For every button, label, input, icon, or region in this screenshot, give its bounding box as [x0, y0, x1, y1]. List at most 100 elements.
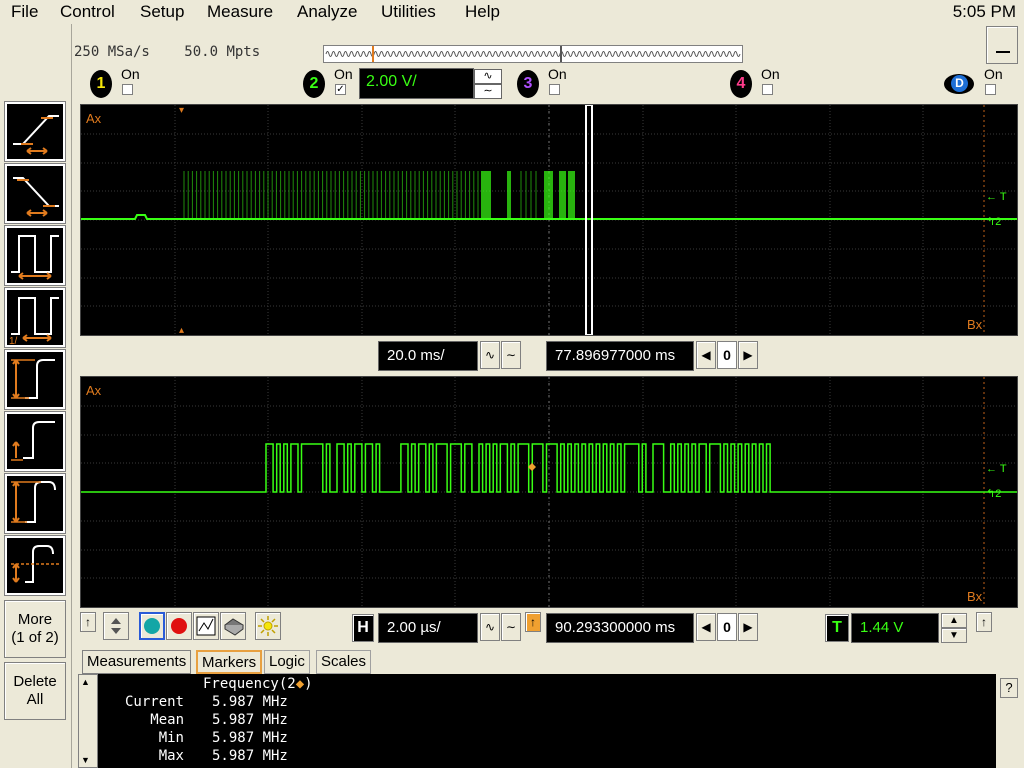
- delete-all-button[interactable]: Delete All: [4, 662, 66, 720]
- zoom-timebase-coarse-button[interactable]: ∼: [501, 613, 521, 641]
- zoom-timebase-fine-button[interactable]: ∿: [480, 613, 500, 641]
- zoom-waveform-display[interactable]: Ax Bx ← T ↰2: [80, 376, 1018, 608]
- channel-2-coupling-ac-button[interactable]: ∿: [474, 69, 502, 84]
- main-timebase-scale[interactable]: 20.0 ms/: [378, 341, 478, 371]
- tab-measurements[interactable]: Measurements: [82, 650, 192, 674]
- dense-burst: [559, 171, 566, 219]
- printer-icon: [224, 618, 244, 636]
- zoom-channel-ground-marker: ↰2: [986, 488, 1002, 500]
- digital-channel-label: D: [951, 75, 968, 92]
- scroll-up-icon[interactable]: ▲: [81, 677, 90, 687]
- zoom-position-left-button[interactable]: ◀: [696, 613, 716, 641]
- time-reference-marker: ▾: [179, 105, 184, 116]
- peak-peak-button[interactable]: [4, 473, 66, 534]
- frequency-button[interactable]: 1/: [4, 287, 66, 348]
- amplitude-button[interactable]: [4, 349, 66, 410]
- channel-2-checkbox[interactable]: ✓: [335, 84, 346, 95]
- measurement-label: Mean: [150, 712, 184, 728]
- main-waveform-graticule: ▾▴: [81, 105, 1017, 335]
- memory-depth: 50.0 Mpts: [184, 44, 261, 60]
- channel-4-checkbox[interactable]: [762, 84, 773, 95]
- channel-4-indicator[interactable]: 4: [730, 70, 752, 98]
- horizontal-h-label: H: [352, 614, 374, 642]
- menu-analyze[interactable]: Analyze: [297, 2, 357, 22]
- stop-button[interactable]: [166, 612, 192, 640]
- more-button[interactable]: More (1 of 2): [4, 600, 66, 658]
- tab-markers[interactable]: Markers: [196, 650, 263, 674]
- main-waveform-display[interactable]: ▾ ▴ Ax Bx ← T ↰2: [80, 104, 1018, 336]
- minimize-icon: [996, 51, 1010, 53]
- menu-help[interactable]: Help: [465, 2, 500, 22]
- stepper-button[interactable]: [103, 612, 129, 640]
- menu-setup[interactable]: Setup: [140, 2, 184, 22]
- trigger-t-label: T: [825, 614, 849, 642]
- trigger-level-marker: ← T: [986, 191, 1007, 203]
- digital-channel-indicator[interactable]: D: [944, 74, 974, 94]
- digital-checkbox[interactable]: [985, 84, 996, 95]
- menu-file[interactable]: File: [11, 2, 38, 22]
- rise-time-button[interactable]: [4, 101, 66, 162]
- channel-2-coupling-dc-button[interactable]: ∼: [474, 84, 502, 99]
- measurement-softkeys: 1/ More (1 of 2) Delete All: [0, 24, 72, 768]
- fall-time-button[interactable]: [4, 163, 66, 224]
- red-circle-icon: [171, 618, 187, 634]
- trigger-level-up-button[interactable]: ▲: [941, 613, 967, 628]
- average-button[interactable]: [4, 535, 66, 596]
- channel-1-checkbox[interactable]: [122, 84, 133, 95]
- channel-2-scale-field[interactable]: 2.00 V/: [359, 68, 474, 99]
- zoom-trigger-tag: T: [999, 463, 1007, 475]
- menu-measure[interactable]: Measure: [207, 2, 273, 22]
- measurement-value: 5.987 MHz: [212, 712, 288, 728]
- help-button[interactable]: ?: [1000, 678, 1018, 698]
- auto-scale-button[interactable]: [139, 612, 165, 640]
- main-position-right-button[interactable]: ▶: [738, 341, 758, 369]
- measurement-name: Frequency(2: [203, 676, 296, 692]
- trigger-reference-marker[interactable]: ↑: [525, 612, 541, 632]
- dense-burst: [544, 171, 553, 219]
- main-position-zero[interactable]: 0: [717, 341, 737, 369]
- single-button[interactable]: [193, 612, 219, 640]
- print-button[interactable]: [220, 612, 246, 640]
- trigger-tag: T: [999, 191, 1007, 203]
- tab-logic[interactable]: Logic: [264, 650, 310, 674]
- scroll-up-arrow[interactable]: ↑: [80, 612, 96, 632]
- channel-tag: 2: [995, 216, 1002, 228]
- zoom-timebase-position[interactable]: 90.293300000 ms: [546, 613, 694, 643]
- main-position-left-button[interactable]: ◀: [696, 341, 716, 369]
- menu-utilities[interactable]: Utilities: [381, 2, 436, 22]
- period-icon: [11, 235, 59, 280]
- channel-3-indicator[interactable]: 3: [517, 70, 539, 98]
- scroll-down-icon[interactable]: ▼: [81, 755, 90, 765]
- frequency-icon: 1/: [9, 297, 59, 345]
- measurement-value: 5.987 MHz: [212, 694, 288, 710]
- stepper-icon: [111, 618, 121, 634]
- channel-1-indicator[interactable]: 1: [90, 70, 112, 98]
- memory-overview-bar[interactable]: [323, 45, 743, 63]
- channel-3-on-label: On: [548, 66, 567, 82]
- zoom-timebase-scale[interactable]: 2.00 µs/: [378, 613, 478, 643]
- zoom-position-right-button[interactable]: ▶: [738, 613, 758, 641]
- measurement-label: Current: [124, 694, 184, 710]
- trigger-level-down-button[interactable]: ▼: [941, 628, 967, 643]
- display-brightness-button[interactable]: [255, 612, 281, 640]
- measurement-scrollbar[interactable]: ▲ ▼: [78, 674, 98, 768]
- main-timebase-position[interactable]: 77.896977000 ms: [546, 341, 694, 371]
- channel-3-checkbox[interactable]: [549, 84, 560, 95]
- minimize-button[interactable]: [986, 26, 1018, 64]
- dense-burst: [568, 171, 575, 219]
- measurement-panel: Frequency(2◆) Current 5.987 MHz Mean 5.9…: [98, 674, 996, 768]
- trigger-up-arrow[interactable]: ↑: [976, 612, 992, 632]
- single-trace-icon: [196, 616, 216, 636]
- main-timebase-coarse-button[interactable]: ∼: [501, 341, 521, 369]
- zoom-position-zero[interactable]: 0: [717, 613, 737, 641]
- tab-scales[interactable]: Scales: [316, 650, 372, 674]
- zoom-marker-b-label: Bx: [967, 589, 983, 604]
- period-button[interactable]: [4, 225, 66, 286]
- trigger-level-field[interactable]: 1.44 V: [851, 613, 939, 643]
- channel-2-indicator[interactable]: 2: [303, 70, 325, 98]
- fall-time-icon: [13, 177, 59, 217]
- menu-control[interactable]: Control: [60, 2, 115, 22]
- top-level-button[interactable]: [4, 411, 66, 472]
- channel-ground-marker: ↰2: [986, 216, 1002, 228]
- main-timebase-fine-button[interactable]: ∿: [480, 341, 500, 369]
